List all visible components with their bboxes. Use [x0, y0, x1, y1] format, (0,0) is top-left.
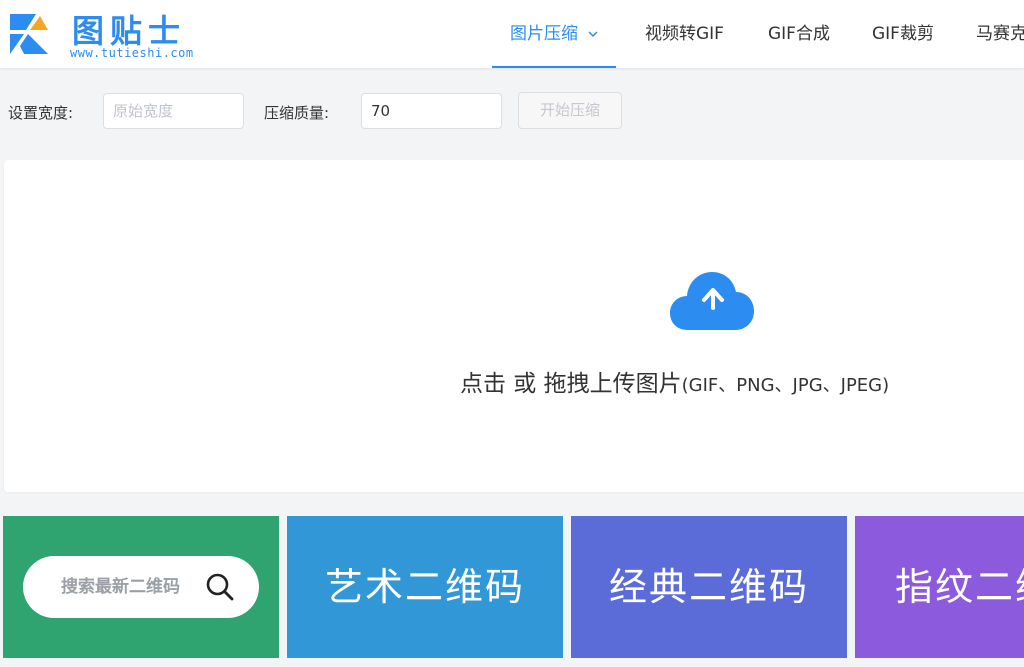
quality-value: 70 — [371, 102, 391, 120]
quality-label: 压缩质量: — [264, 104, 330, 122]
header: 图贴士 www.tutieshi.com 图片压缩 视频转GIF GIF合成 G… — [0, 0, 1024, 68]
search-icon[interactable] — [205, 572, 235, 602]
cloud-upload-icon — [670, 272, 754, 330]
nav-item-image-compress[interactable]: 图片压缩 — [492, 0, 616, 68]
upload-formats-text: (GIF、PNG、JPG、JPEG) — [681, 375, 890, 396]
upload-dropzone[interactable]: 点击 或 拖拽上传图片(GIF、PNG、JPG、JPEG) — [4, 160, 1024, 492]
classic-qr-tile[interactable]: 经典二维码 — [571, 516, 847, 658]
quality-input[interactable]: 70 — [361, 93, 502, 129]
qr-search-box[interactable]: 搜索最新二维码 — [23, 556, 259, 618]
qr-search-tile: 搜索最新二维码 — [3, 516, 279, 658]
width-input[interactable]: 原始宽度 — [103, 93, 244, 129]
logo-mark-icon — [10, 14, 48, 54]
width-label: 设置宽度: — [8, 104, 74, 122]
art-qr-label: 艺术二维码 — [324, 565, 525, 609]
nav-item-label: 视频转GIF — [645, 24, 724, 44]
nav-item-label: 图片压缩 — [510, 24, 578, 44]
classic-qr-label: 经典二维码 — [608, 565, 809, 609]
nav-item-video-to-gif[interactable]: 视频转GIF — [645, 0, 724, 68]
nav-item-gif-crop[interactable]: GIF裁剪 — [872, 0, 934, 68]
fingerprint-qr-tile[interactable]: 指纹二维码 — [855, 516, 1024, 658]
nav-item-mosaic[interactable]: 马赛克 — [976, 0, 1024, 68]
nav-item-label: 马赛克 — [976, 24, 1024, 44]
compress-settings: 设置宽度: 原始宽度 压缩质量: 70 开始压缩 — [0, 88, 1024, 138]
nav-item-label: GIF合成 — [768, 24, 830, 44]
site-logo[interactable]: 图贴士 www.tutieshi.com — [6, 6, 216, 62]
nav-item-label: GIF裁剪 — [872, 24, 934, 44]
width-placeholder: 原始宽度 — [113, 102, 174, 120]
upload-hint: 点击 或 拖拽上传图片(GIF、PNG、JPG、JPEG) — [460, 364, 889, 398]
qr-search-placeholder: 搜索最新二维码 — [61, 577, 180, 597]
fingerprint-qr-label: 指纹二维码 — [895, 565, 1024, 609]
art-qr-tile[interactable]: 艺术二维码 — [287, 516, 563, 658]
start-compress-button[interactable]: 开始压缩 — [518, 92, 622, 129]
upload-main-text: 点击 或 拖拽上传图片 — [460, 371, 682, 397]
logo-url: www.tutieshi.com — [70, 46, 194, 60]
chevron-down-icon — [588, 31, 598, 38]
nav-item-gif-compose[interactable]: GIF合成 — [768, 0, 830, 68]
